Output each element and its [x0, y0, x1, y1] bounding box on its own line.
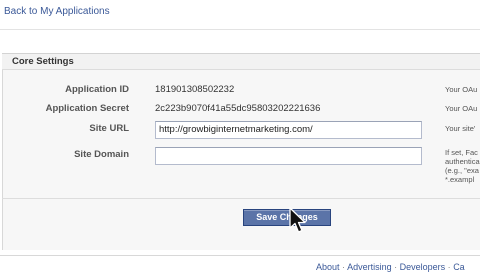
back-to-applications-link[interactable]: Back to My Applications — [4, 6, 110, 17]
site-domain-input[interactable] — [155, 147, 422, 165]
site-domain-help-line: *.exampl — [445, 175, 475, 184]
app-secret-label: Application Secret — [45, 103, 129, 114]
mouse-pointer-icon — [289, 207, 306, 233]
footer-separator: · — [394, 262, 398, 272]
footer-link-about[interactable]: About — [316, 262, 340, 272]
footer-separator: · — [447, 262, 451, 272]
app-secret-help: Your OAu — [445, 104, 478, 113]
footer-separator: · — [342, 262, 346, 272]
save-changes-button[interactable]: Save Changes — [243, 209, 331, 226]
site-url-label: Site URL — [89, 123, 129, 134]
app-id-help: Your OAu — [445, 85, 478, 94]
footer-links: About · Advertising · Developers · Ca — [316, 262, 465, 272]
section-title: Core Settings — [12, 56, 74, 67]
top-divider — [0, 29, 480, 30]
site-url-input[interactable] — [155, 121, 422, 139]
site-domain-label: Site Domain — [74, 149, 129, 160]
app-secret-value: 2c223b9070f41a55dc95803202221636 — [155, 103, 321, 114]
site-domain-help-line: (e.g., "exa — [445, 166, 479, 175]
footer-link-developers[interactable]: Developers — [400, 262, 446, 272]
site-domain-help-line: If set, Fac — [445, 148, 478, 157]
form-divider — [2, 198, 480, 199]
app-id-label: Application ID — [65, 84, 129, 95]
footer-link-careers[interactable]: Ca — [453, 262, 465, 272]
footer-divider — [0, 255, 480, 256]
site-domain-help-line: authentica — [445, 157, 480, 166]
core-settings-header: Core Settings — [2, 53, 480, 70]
app-id-value: 181901308502232 — [155, 84, 235, 95]
footer-link-advertising[interactable]: Advertising — [347, 262, 392, 272]
site-domain-help: If set, Fac authentica (e.g., "exa *.exa… — [445, 148, 480, 184]
site-url-help: Your site' — [445, 124, 476, 133]
